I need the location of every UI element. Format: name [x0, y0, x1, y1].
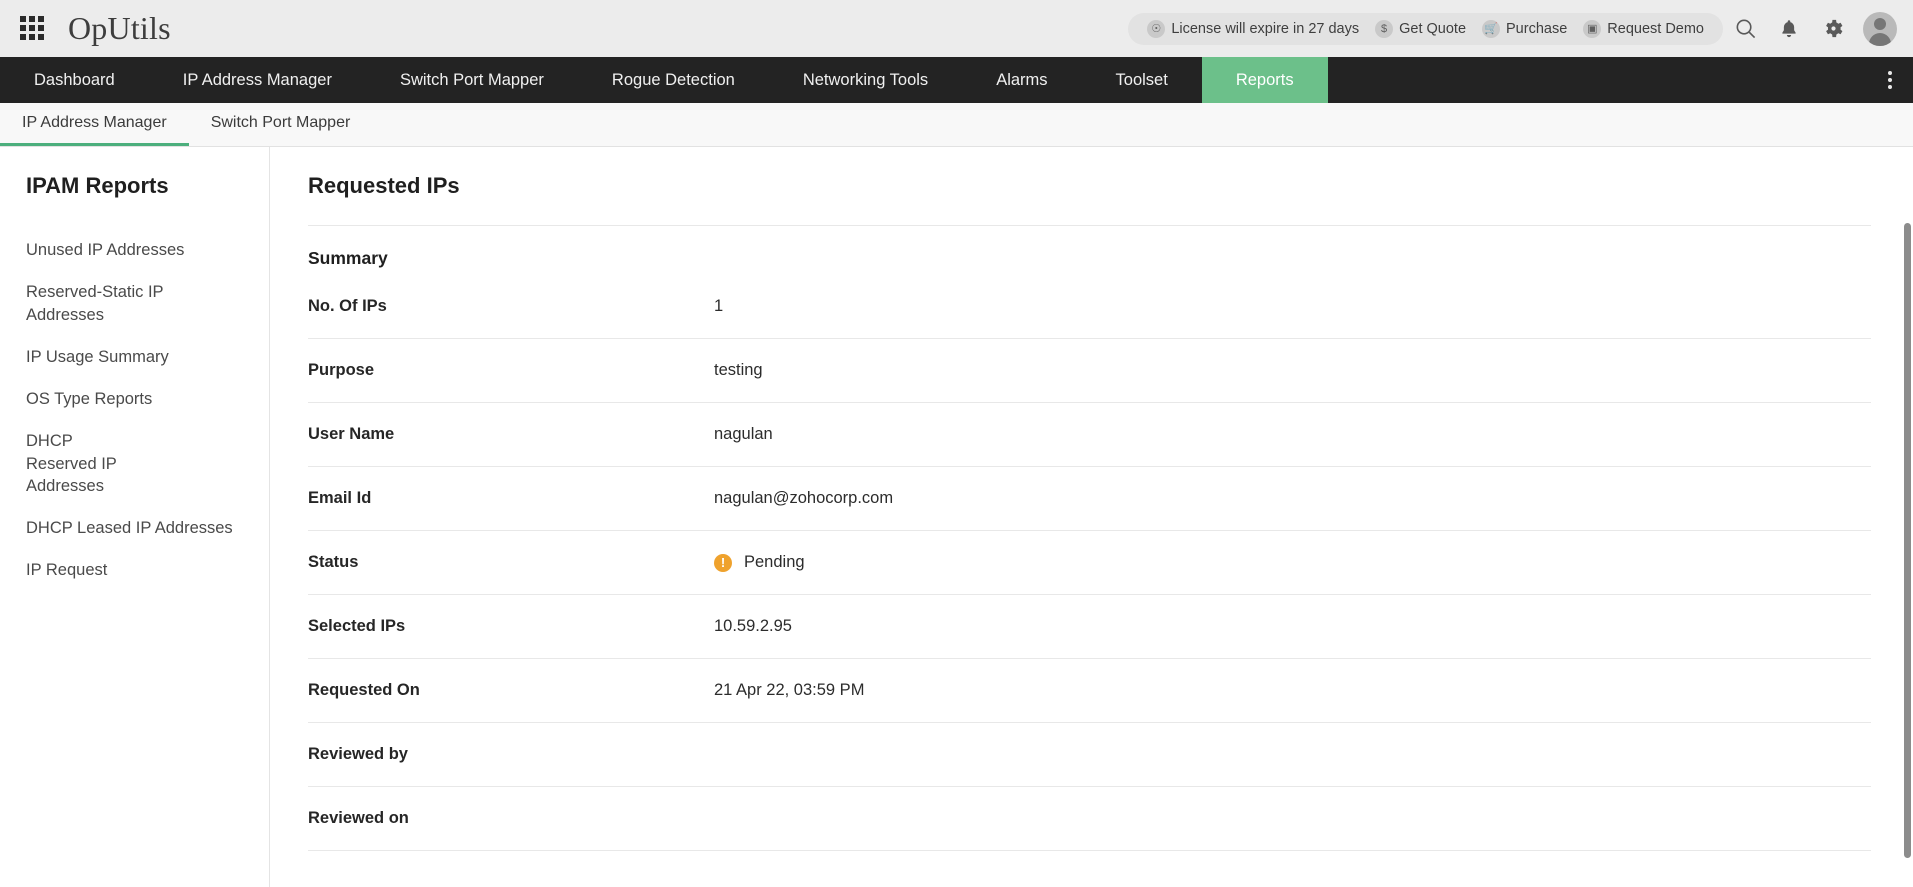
report-content: Requested IPs Summary No. Of IPs 1 Purpo… — [270, 147, 1913, 887]
user-avatar[interactable] — [1863, 11, 1897, 46]
row-label-reviewed-on: Reviewed on — [308, 809, 409, 827]
sidebar-item-ip-request[interactable]: IP Request — [0, 549, 269, 591]
main-navigation: Dashboard IP Address Manager Switch Port… — [0, 57, 1913, 103]
page-body: IPAM Reports Unused IP Addresses Reserve… — [0, 147, 1913, 887]
status-pending-icon: ! — [714, 553, 732, 572]
dollar-icon: $ — [1375, 19, 1394, 38]
get-quote-label: Get Quote — [1399, 20, 1467, 37]
nav-item-switch-port-mapper[interactable]: Switch Port Mapper — [366, 57, 578, 103]
table-row: Email Id nagulan@zohocorp.com — [308, 467, 1871, 531]
nav-item-dashboard[interactable]: Dashboard — [0, 57, 149, 103]
sidebar-item-dhcp-reserved-ip-addresses[interactable]: DHCP Reserved IP Addresses — [0, 420, 170, 507]
monitor-icon: ▣ — [1583, 19, 1602, 38]
row-label-user-name: User Name — [308, 425, 395, 443]
sidebar-item-reserved-static-ip-addresses[interactable]: Reserved-Static IP Addresses — [0, 271, 269, 336]
app-brand-title: OpUtils — [68, 10, 171, 46]
subnav-item-ip-address-manager[interactable]: IP Address Manager — [0, 103, 189, 146]
row-value-no-of-ips: 1 — [714, 297, 724, 315]
sidebar-item-dhcp-leased-ip-addresses[interactable]: DHCP Leased IP Addresses — [0, 507, 269, 549]
subnav-item-switch-port-mapper[interactable]: Switch Port Mapper — [189, 103, 373, 146]
row-value-email-id: nagulan@zohocorp.com — [714, 489, 894, 507]
nav-item-toolset[interactable]: Toolset — [1082, 57, 1202, 103]
row-value-requested-on: 21 Apr 22, 03:59 PM — [714, 681, 865, 699]
row-value-status: ! Pending — [714, 553, 805, 572]
kebab-menu-icon[interactable] — [1867, 57, 1913, 103]
table-row: Reviewed on — [308, 787, 1871, 851]
report-content-inner: Requested IPs Summary No. Of IPs 1 Purpo… — [270, 173, 1913, 851]
vertical-scrollbar-thumb[interactable] — [1904, 223, 1911, 858]
sub-navigation: IP Address Manager Switch Port Mapper — [0, 103, 1913, 147]
row-value-selected-ips: 10.59.2.95 — [714, 617, 792, 635]
section-title-summary: Summary — [308, 225, 1871, 269]
row-label-reviewed-by: Reviewed by — [308, 745, 408, 763]
sidebar-item-ip-usage-summary[interactable]: IP Usage Summary — [0, 336, 269, 378]
nav-item-ip-address-manager[interactable]: IP Address Manager — [149, 57, 366, 103]
header-actions: ☉ License will expire in 27 days $ Get Q… — [1128, 7, 1913, 51]
page-title: Requested IPs — [308, 173, 460, 198]
nav-item-reports[interactable]: Reports — [1201, 57, 1328, 103]
table-row: Purpose testing — [308, 339, 1871, 403]
nav-item-networking-tools[interactable]: Networking Tools — [769, 57, 962, 103]
row-value-purpose: testing — [714, 361, 763, 379]
cart-icon: 🛒 — [1482, 19, 1501, 38]
table-row: Selected IPs 10.59.2.95 — [308, 595, 1871, 659]
sidebar-item-unused-ip-addresses[interactable]: Unused IP Addresses — [0, 229, 269, 271]
nav-item-alarms[interactable]: Alarms — [962, 57, 1081, 103]
license-expiry-item[interactable]: ☉ License will expire in 27 days — [1142, 19, 1364, 38]
table-row: No. Of IPs 1 — [308, 275, 1871, 339]
app-header: OpUtils ☉ License will expire in 27 days… — [0, 0, 1913, 57]
vertical-scrollbar[interactable] — [1901, 147, 1913, 887]
sidebar-title: IPAM Reports — [26, 173, 169, 198]
grid-apps-icon[interactable] — [20, 15, 46, 42]
row-label-selected-ips: Selected IPs — [308, 617, 406, 635]
request-demo-item[interactable]: ▣ Request Demo — [1578, 19, 1709, 38]
row-label-status: Status — [308, 553, 359, 571]
reports-sidebar: IPAM Reports Unused IP Addresses Reserve… — [0, 147, 270, 887]
table-row: Status ! Pending — [308, 531, 1871, 595]
table-row: Requested On 21 Apr 22, 03:59 PM — [308, 659, 1871, 723]
gear-icon[interactable] — [1811, 7, 1855, 51]
status-badge: Pending — [744, 553, 805, 571]
license-expiry-label: License will expire in 27 days — [1171, 20, 1360, 37]
nav-item-rogue-detection[interactable]: Rogue Detection — [578, 57, 769, 103]
search-icon[interactable] — [1723, 7, 1767, 51]
license-key-icon: ☉ — [1147, 19, 1166, 38]
table-row: Reviewed by — [308, 723, 1871, 787]
row-label-requested-on: Requested On — [308, 681, 420, 699]
purchase-item[interactable]: 🛒 Purchase — [1477, 19, 1572, 38]
license-pill: ☉ License will expire in 27 days $ Get Q… — [1128, 12, 1723, 45]
sidebar-item-os-type-reports[interactable]: OS Type Reports — [0, 378, 269, 420]
request-demo-label: Request Demo — [1607, 20, 1704, 37]
get-quote-item[interactable]: $ Get Quote — [1370, 19, 1471, 38]
row-label-no-of-ips: No. Of IPs — [308, 297, 387, 315]
row-label-purpose: Purpose — [308, 361, 375, 379]
table-row: User Name nagulan — [308, 403, 1871, 467]
purchase-label: Purchase — [1506, 20, 1568, 37]
row-value-user-name: nagulan — [714, 425, 773, 443]
bell-icon[interactable] — [1767, 7, 1811, 51]
row-label-email-id: Email Id — [308, 489, 372, 507]
